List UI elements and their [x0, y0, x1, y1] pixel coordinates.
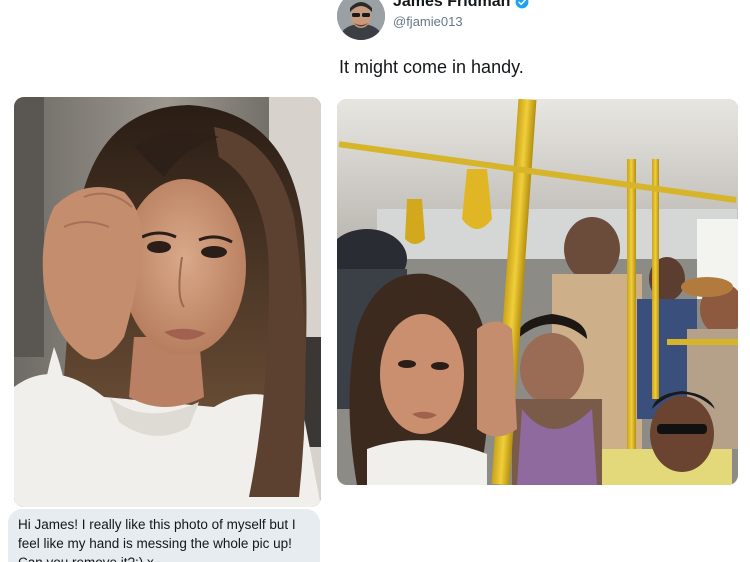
author-name[interactable]: James Fridman — [393, 0, 529, 11]
author-name-text[interactable]: James Fridman — [393, 0, 510, 11]
bus-image — [337, 99, 738, 485]
bus-photo[interactable] — [337, 99, 738, 485]
verified-badge-icon — [515, 0, 529, 9]
page: James Fridman @fjamie013 It might come i… — [0, 0, 750, 562]
tweet-text: It might come in handy. — [339, 57, 524, 77]
message-bubble: Hi James! I really like this photo of my… — [8, 509, 320, 562]
author-avatar[interactable] — [337, 0, 385, 40]
author-handle[interactable]: @fjamie013 — [393, 14, 463, 29]
message-text: Hi James! I really like this photo of my… — [18, 517, 296, 562]
selfie-photo[interactable] — [14, 97, 321, 507]
selfie-image — [14, 97, 321, 507]
avatar-image — [337, 0, 385, 40]
